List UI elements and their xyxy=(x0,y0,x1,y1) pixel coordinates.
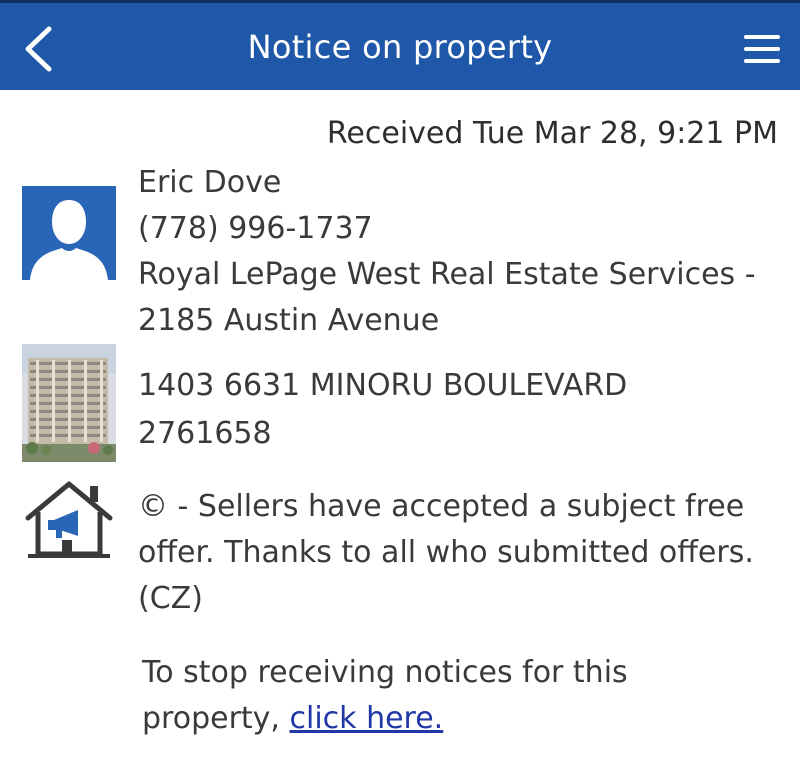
house-megaphone-icon xyxy=(24,480,114,560)
notice-message: © - Sellers have accepted a subject free… xyxy=(138,489,754,616)
agent-brokerage-line2: 2185 Austin Avenue xyxy=(138,303,440,338)
listing-number: 2761658 xyxy=(138,416,272,451)
property-address[interactable]: 1403 6631 MINORU BOULEVARD xyxy=(138,362,627,410)
back-button[interactable] xyxy=(16,23,60,75)
app-header: Notice on property xyxy=(0,0,800,90)
unsubscribe-text: To stop receiving notices for this prope… xyxy=(142,650,762,742)
menu-button[interactable] xyxy=(740,27,784,71)
building-photo xyxy=(22,344,116,462)
chevron-left-icon xyxy=(25,26,52,72)
person-silhouette-icon xyxy=(30,200,108,280)
agent-avatar xyxy=(22,186,116,280)
agent-contact: Eric Dove (778) 996-1737 Royal LePage We… xyxy=(138,160,756,344)
unsubscribe-link[interactable]: click here. xyxy=(290,701,444,736)
property-photo[interactable] xyxy=(22,344,116,462)
agent-name: Eric Dove xyxy=(138,165,282,200)
agent-brokerage-line1: Royal LePage West Real Estate Services - xyxy=(138,257,756,292)
page-title: Notice on property xyxy=(247,27,553,66)
hamburger-menu-icon xyxy=(744,35,780,39)
property-details: 1403 6631 MINORU BOULEVARD 2761658 xyxy=(138,362,627,458)
agent-phone[interactable]: (778) 996-1737 xyxy=(138,206,756,252)
received-timestamp: Received Tue Mar 28, 9:21 PM xyxy=(326,116,778,151)
